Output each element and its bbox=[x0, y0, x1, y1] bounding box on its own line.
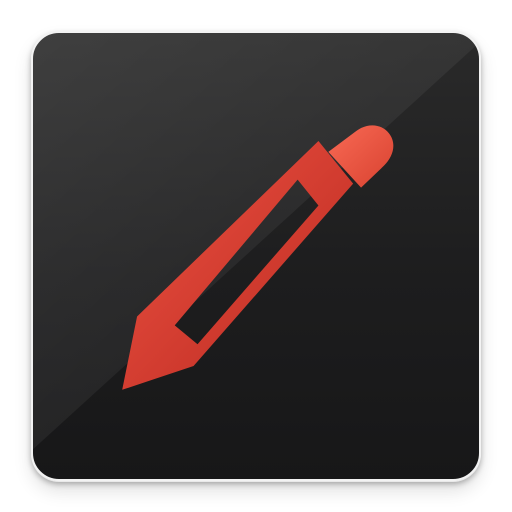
icon-canvas bbox=[0, 0, 512, 512]
pencil-icon bbox=[122, 125, 394, 390]
pencil-body bbox=[122, 141, 354, 390]
app-icon-tile[interactable] bbox=[31, 31, 481, 481]
